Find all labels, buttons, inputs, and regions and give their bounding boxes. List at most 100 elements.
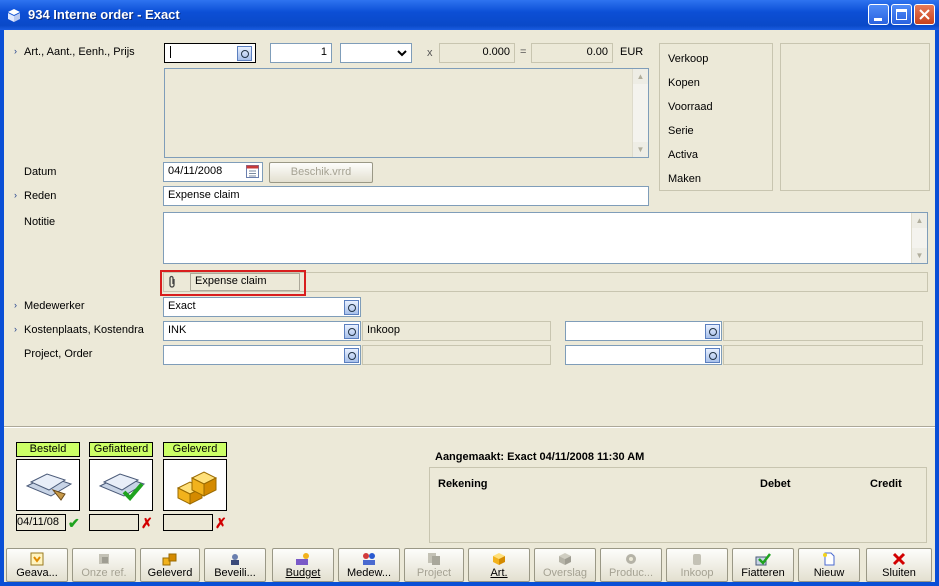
article-icon [493,553,505,565]
price-field: 0.000 [439,43,515,63]
toolbar-inkoop-button[interactable]: Inkoop [666,548,728,582]
app-icon [8,9,20,22]
people-icon [363,553,375,565]
app-window: 934 Interne order - Exact › Art., Aant.,… [0,0,939,586]
scroll-down-icon[interactable]: ▼ [633,142,648,157]
toolbar-label: Produc... [608,567,654,579]
status-date: 04/11/08 [16,514,66,531]
status-date [89,514,139,531]
side-menu-kopen[interactable]: Kopen [668,77,700,89]
currency-label: EUR [620,46,644,58]
column-rekening: Rekening [438,478,488,490]
required-arrow-icon: › [14,324,17,334]
toolbar-label: Geleverd [147,567,193,579]
scroll-down-icon[interactable]: ▼ [912,248,927,263]
chevron-down-icon[interactable] [397,49,407,57]
scroll-up-icon[interactable]: ▲ [633,69,648,84]
datum-label: Datum [24,166,57,178]
toolbar-productie-button[interactable]: Produc... [600,548,662,582]
total-field: 0.00 [531,43,613,63]
approved-document-icon [98,473,146,501]
kostendrager-input[interactable] [565,321,722,341]
toolbar-onze-ref-button[interactable]: Onze ref. [72,548,136,582]
cross-icon: ✗ [215,515,227,531]
required-arrow-icon: › [14,46,17,56]
boxes-icon [162,553,177,566]
close-icon [919,9,930,20]
toolbar-sluiten-button[interactable]: Sluiten [866,548,932,582]
toolbar-budget-button[interactable]: Budget [272,548,334,582]
side-menu-serie[interactable]: Serie [668,125,694,137]
toolbar-artikel-button[interactable]: Art. [468,548,530,582]
side-menu-activa[interactable]: Activa [668,149,698,161]
export-icon [30,552,44,566]
cross-icon: ✗ [141,515,153,531]
side-menu-voorraad[interactable]: Voorraad [668,101,713,113]
quantity-input[interactable]: 1 [270,43,332,63]
form-area: › Art., Aant., Eenh., Prijs 1 x 0.000 = … [4,30,935,582]
toolbar-overslag-button[interactable]: Overslag [534,548,596,582]
kostenplaats-lookup-icon[interactable] [344,324,359,339]
scroll-up-icon[interactable]: ▲ [912,213,927,228]
project-description [362,345,551,365]
kostenplaats-label: Kostenplaats, Kostendra [24,324,144,336]
title-bar[interactable]: 934 Interne order - Exact [0,0,939,30]
section-divider [4,426,935,428]
beschik-button[interactable]: Beschik.vrrd [269,162,373,183]
transfer-icon [559,553,571,565]
project-label: Project, Order [24,348,93,360]
toolbar-fiatteren-button[interactable]: Fiatteren [732,548,794,582]
close-window-button[interactable] [914,4,935,25]
toolbar-label: Fiatteren [741,567,785,579]
window-title: 934 Interne order - Exact [28,7,180,22]
article-lookup-icon[interactable] [237,46,252,61]
toolbar-geavanceerd-button[interactable]: Geava... [6,548,68,582]
status-image [16,459,80,511]
close-icon [892,552,906,566]
toolbar-label: Sluiten [882,567,916,579]
toolbar-geleverd-button[interactable]: Geleverd [140,548,200,582]
project-lookup-icon[interactable] [344,348,359,363]
side-menu-verkoop[interactable]: Verkoop [668,53,708,65]
toolbar-label: Beveili... [214,567,256,579]
toolbar-medewerker-button[interactable]: Medew... [338,548,400,582]
side-menu: Verkoop Kopen Voorraad Serie Activa Make… [659,43,773,191]
toolbar-label: Geava... [16,567,58,579]
required-arrow-icon: › [14,300,17,310]
gear-icon [626,554,636,564]
order-input[interactable] [565,345,722,365]
status-date [163,514,213,531]
created-info: Aangemaakt: Exact 04/11/2008 11:30 AM [435,451,645,463]
item-row-label: Art., Aant., Eenh., Prijs [24,46,135,58]
toolbar-project-button[interactable]: Project [404,548,464,582]
project-icon [428,553,440,565]
approve-icon [755,553,771,566]
toolbar-beveiliging-button[interactable]: Beveili... [204,548,266,582]
toolbar-label: Budget [285,567,321,579]
toolbar-nieuw-button[interactable]: Nieuw [798,548,860,582]
budget-icon [296,553,309,565]
text-cursor [170,46,175,58]
column-credit: Credit [870,478,902,490]
medewerker-lookup-icon[interactable] [344,300,359,315]
side-menu-maken[interactable]: Maken [668,173,701,185]
kostenplaats-input[interactable]: INK [163,321,361,341]
toolbar-label: Inkoop [680,567,714,579]
maximize-button[interactable] [891,4,912,25]
toolbar-label: Art. [490,567,508,579]
required-arrow-icon: › [14,190,17,200]
calendar-icon[interactable] [246,165,259,178]
order-lookup-icon[interactable] [705,348,720,363]
kostendrager-lookup-icon[interactable] [705,324,720,339]
minimize-button[interactable] [868,4,889,25]
vertical-scrollbar[interactable]: ▲ ▼ [911,213,927,263]
medewerker-input[interactable]: Exact [163,297,361,317]
vertical-scrollbar[interactable]: ▲ ▼ [632,69,648,157]
project-input[interactable] [163,345,361,365]
reden-input[interactable]: Expense claim [163,186,649,206]
status-label: Geleverd [163,442,227,457]
toolbar-label: Project [416,567,452,579]
notitie-textarea[interactable]: ▲ ▼ [163,212,928,264]
accounts-table: Rekening Debet Credit [429,467,927,543]
item-description-area: ▲ ▼ [164,68,649,158]
